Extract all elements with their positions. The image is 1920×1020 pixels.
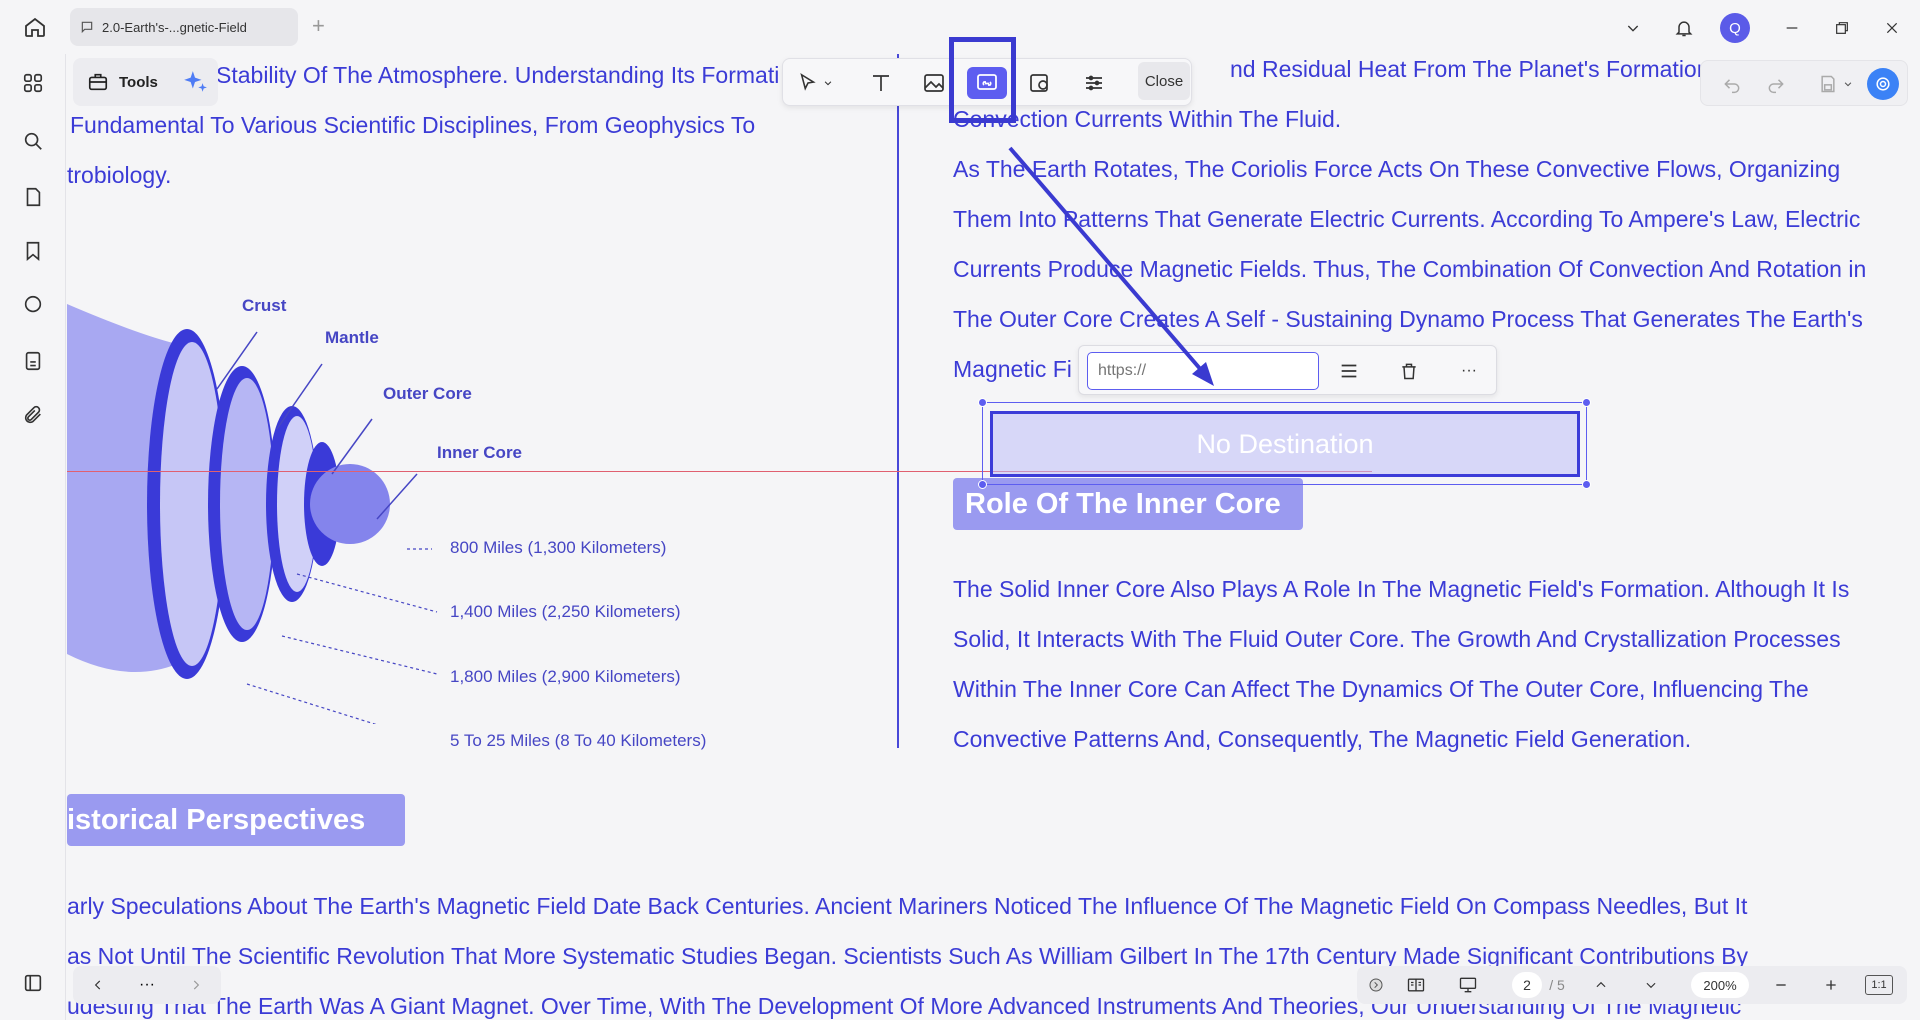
expand-icon[interactable] — [1365, 972, 1387, 998]
stamp-tool-icon[interactable] — [1023, 67, 1057, 99]
right-text-line: As The Earth Rotates, The Coriolis Force… — [953, 156, 1841, 182]
url-input[interactable] — [1087, 352, 1319, 390]
search-icon[interactable] — [18, 126, 48, 156]
zoom-level[interactable]: 200% — [1691, 972, 1749, 998]
earth-cross-section — [67, 304, 438, 724]
section-heading: istorical Perspectives — [67, 794, 405, 846]
attachment-icon[interactable] — [18, 400, 48, 430]
resize-handle[interactable] — [1582, 398, 1591, 407]
zoom-in-icon[interactable] — [1819, 972, 1843, 998]
toolbox-icon — [88, 73, 108, 91]
close-window-icon[interactable] — [1876, 12, 1908, 44]
minimize-icon[interactable] — [1776, 12, 1808, 44]
more-pages-button[interactable]: ··· — [135, 972, 159, 998]
page-icon[interactable] — [18, 182, 48, 212]
bookmark-icon[interactable] — [18, 236, 48, 266]
avatar[interactable]: Q — [1720, 13, 1750, 43]
comments-icon[interactable] — [18, 290, 48, 320]
align-icon[interactable] — [1333, 356, 1365, 386]
undo-icon[interactable] — [1715, 68, 1749, 100]
diagram-measure: 1,800 Miles (2,900 Kilometers) — [450, 667, 681, 686]
view-controls: 2 / 5 200% 1:1 — [1357, 966, 1907, 1004]
sidebar-toggle-icon[interactable] — [18, 968, 48, 998]
document-tab[interactable]: 2.0-Earth's-...gnetic-Field — [70, 8, 298, 46]
app-window: 2.0-Earth's-...gnetic-Field + Q Stabilit… — [0, 0, 1920, 1020]
ai-sparkle-icon[interactable] — [182, 69, 208, 95]
close-edit-button[interactable]: Close — [1138, 62, 1190, 100]
link-tool-highlight — [949, 37, 1016, 123]
right-text-line: Convective Patterns And, Consequently, T… — [953, 726, 1692, 752]
form-icon[interactable] — [18, 346, 48, 376]
page-layout-icon[interactable] — [1401, 972, 1431, 998]
chevron-down-icon[interactable] — [1639, 972, 1663, 998]
right-text-line: Currents Produce Magnetic Fields. Thus, … — [953, 256, 1867, 282]
properties-icon[interactable] — [1077, 67, 1111, 99]
bottom-text-line: arly Speculations About The Earth's Magn… — [67, 893, 1748, 919]
page-nav-left: ··· — [73, 966, 221, 1004]
link-annotation[interactable]: No Destination — [990, 411, 1580, 477]
text-tool-icon[interactable] — [864, 67, 898, 99]
current-page-input[interactable]: 2 — [1512, 972, 1542, 998]
resize-handle[interactable] — [1582, 480, 1591, 489]
diagram-label-outer-core: Outer Core — [383, 384, 472, 403]
diagram-label-inner-core: Inner Core — [437, 443, 523, 462]
diagram-measure: 800 Miles (1,300 Kilometers) — [450, 538, 667, 557]
comment-icon — [81, 21, 93, 34]
image-tool-icon[interactable] — [917, 67, 951, 99]
chevron-down-icon[interactable] — [1617, 12, 1649, 44]
right-text-line: Magnetic Fi — [953, 356, 1072, 382]
chevron-right-icon[interactable] — [185, 972, 207, 998]
diagram-measure: 5 To 25 Miles (8 To 40 Kilometers) — [450, 731, 707, 750]
zoom-out-icon[interactable] — [1769, 972, 1793, 998]
right-text-line: The Solid Inner Core Also Plays A Role I… — [953, 576, 1850, 602]
more-options-button[interactable]: ··· — [1453, 356, 1485, 386]
section-heading: Role Of The Inner Core — [953, 478, 1303, 530]
tools-label: Tools — [119, 73, 158, 91]
diagram-measure: 1,400 Miles (2,250 Kilometers) — [450, 602, 681, 621]
earth-layers-diagram: Crust Mantle Outer Core Inner Core 800 M… — [67, 244, 767, 724]
restore-icon[interactable] — [1826, 12, 1858, 44]
tab-title: 2.0-Earth's-...gnetic-Field — [102, 19, 247, 35]
diagram-label-mantle: Mantle — [325, 328, 379, 347]
tools-button[interactable]: Tools — [73, 58, 218, 106]
bell-icon[interactable] — [1668, 12, 1700, 44]
right-text-line: Solid, It Interacts With The Fluid Outer… — [953, 626, 1841, 652]
left-text-line: Stability Of The Atmosphere. Understandi… — [216, 62, 780, 88]
trash-icon[interactable] — [1393, 356, 1425, 386]
right-text-line: nd Residual Heat From The Planet's Forma… — [1230, 56, 1716, 82]
home-icon[interactable] — [20, 12, 50, 42]
right-text-line: The Outer Core Creates A Self - Sustaini… — [953, 306, 1863, 332]
chevron-left-icon[interactable] — [87, 972, 109, 998]
left-sidebar — [0, 54, 66, 1020]
chevron-down-icon[interactable] — [1839, 68, 1857, 100]
column-divider — [897, 54, 899, 748]
redo-icon[interactable] — [1759, 68, 1793, 100]
chevron-up-icon[interactable] — [1589, 972, 1613, 998]
resize-handle[interactable] — [978, 398, 987, 407]
diagram-label-crust: Crust — [242, 296, 287, 315]
right-text-line: Them Into Patterns That Generate Electri… — [953, 206, 1861, 232]
resize-handle[interactable] — [978, 480, 987, 489]
left-text-line: Fundamental To Various Scientific Discip… — [70, 112, 756, 138]
actual-size-button[interactable]: 1:1 — [1865, 975, 1893, 995]
total-pages: / 5 — [1549, 977, 1565, 993]
right-text-line: Within The Inner Core Can Affect The Dyn… — [953, 676, 1809, 702]
left-text-line: trobiology. — [67, 162, 172, 188]
ai-assistant-icon[interactable] — [1867, 68, 1899, 100]
apps-grid-icon[interactable] — [18, 68, 48, 98]
document-canvas: Stability Of The Atmosphere. Understandi… — [67, 54, 1920, 1020]
link-popup: ··· — [1078, 345, 1497, 395]
chevron-down-icon[interactable] — [819, 67, 837, 99]
add-tab-button[interactable]: + — [312, 14, 325, 38]
right-toolbar — [1700, 60, 1908, 106]
presentation-icon[interactable] — [1453, 972, 1483, 998]
